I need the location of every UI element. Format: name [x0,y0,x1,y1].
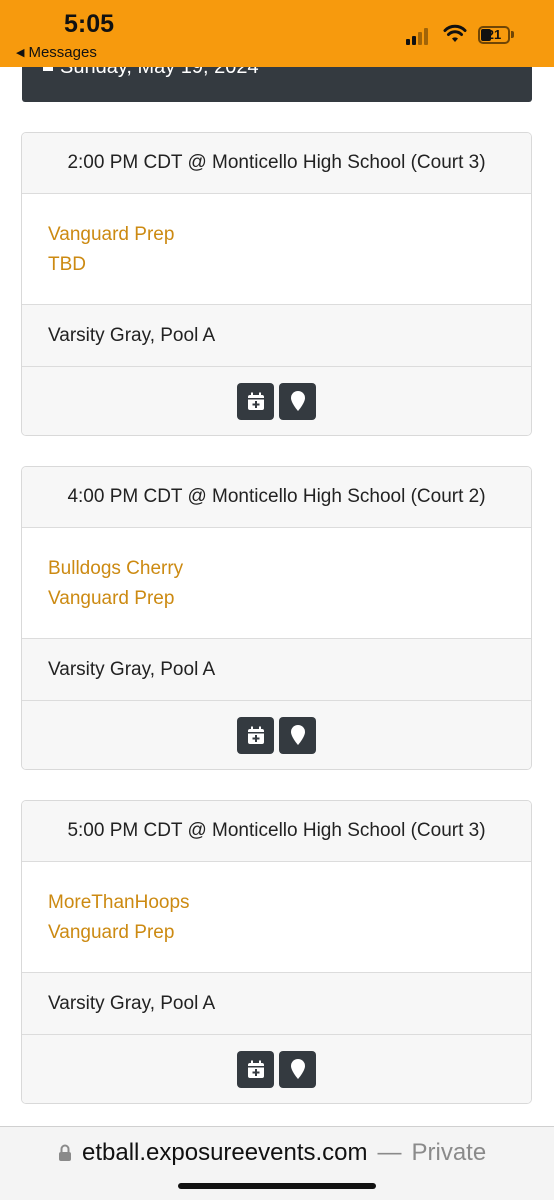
battery-level: 21 [486,27,502,42]
add-to-calendar-button[interactable] [237,1050,274,1088]
game-teams: Vanguard Prep TBD [22,194,531,305]
calendar-add-icon [247,726,264,744]
game-card: 2:00 PM CDT @ Monticello High School (Co… [21,132,532,436]
battery-nub [511,31,514,38]
team-link[interactable]: TBD [48,250,531,280]
game-teams: Bulldogs Cherry Vanguard Prep [22,528,531,639]
map-location-button[interactable] [279,1050,316,1088]
map-location-button[interactable] [279,716,316,754]
game-card: 4:00 PM CDT @ Monticello High School (Co… [21,466,532,770]
back-arrow-icon: ◀ [16,47,25,59]
add-to-calendar-button[interactable] [237,716,274,754]
home-indicator[interactable] [178,1183,376,1189]
team-link[interactable]: Bulldogs Cherry [48,554,531,584]
game-actions [22,1035,531,1103]
game-actions [22,701,531,769]
cellular-signal-icon [406,28,428,45]
lock-icon [59,1144,71,1161]
url-separator: — [377,1139,402,1166]
wifi-icon [443,24,467,42]
game-actions [22,367,531,435]
team-link[interactable]: Vanguard Prep [48,220,531,250]
game-time-location: 4:00 PM CDT @ Monticello High School (Co… [22,467,531,528]
map-pin-icon [290,391,305,411]
back-app-label: Messages [28,44,97,61]
game-division: Varsity Gray, Pool A [22,639,531,701]
status-bar: 5:05 ◀ Messages 21 [0,0,554,67]
browser-url-bar[interactable]: etball.exposureevents.com — Private [0,1126,554,1200]
map-pin-icon [290,1059,305,1079]
team-link[interactable]: MoreThanHoops [48,888,531,918]
calendar-add-icon [247,392,264,410]
team-link[interactable]: Vanguard Prep [48,918,531,948]
url-domain[interactable]: etball.exposureevents.com [82,1139,368,1167]
battery-icon: 21 [478,26,510,44]
private-mode-label: Private [411,1139,487,1166]
game-division: Varsity Gray, Pool A [22,305,531,367]
game-teams: MoreThanHoops Vanguard Prep [22,862,531,973]
game-card: 5:00 PM CDT @ Monticello High School (Co… [21,800,532,1104]
game-division: Varsity Gray, Pool A [22,973,531,1035]
add-to-calendar-button[interactable] [237,382,274,420]
map-pin-icon [290,725,305,745]
clock: 5:05 [64,10,115,38]
url-row[interactable]: etball.exposureevents.com — Private [58,1139,486,1167]
map-location-button[interactable] [279,382,316,420]
team-link[interactable]: Vanguard Prep [48,584,531,614]
calendar-add-icon [247,1060,264,1078]
back-to-messages-button[interactable]: ◀ Messages [16,44,97,61]
game-time-location: 2:00 PM CDT @ Monticello High School (Co… [22,133,531,194]
game-time-location: 5:00 PM CDT @ Monticello High School (Co… [22,801,531,862]
